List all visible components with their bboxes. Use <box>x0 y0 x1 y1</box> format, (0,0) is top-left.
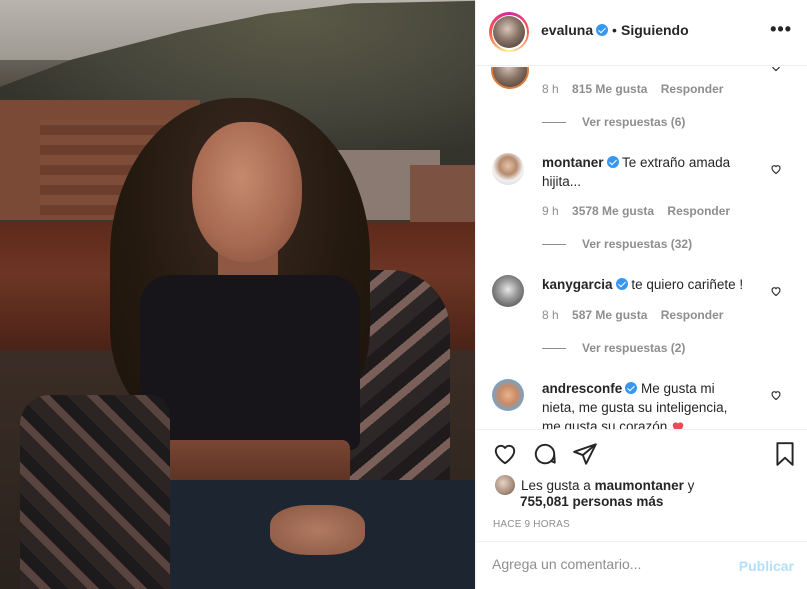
comment-body-line: me gusta su corazón <box>542 419 668 429</box>
comment-text: kanygarcia te quiero cariñete ! <box>542 275 762 294</box>
comment-time[interactable]: 8 h <box>542 308 559 322</box>
view-replies-button[interactable]: Ver respuestas (2) <box>542 341 685 355</box>
photo-midriff <box>160 440 350 485</box>
reply-button[interactable]: Responder <box>661 308 724 322</box>
photo-top <box>140 275 360 450</box>
comment-input[interactable] <box>492 556 732 572</box>
post-photo[interactable] <box>0 0 475 589</box>
comment-avatar[interactable] <box>491 67 529 89</box>
comment-meta: 9 h 3578 Me gusta Responder <box>542 204 730 218</box>
replies-divider <box>542 244 566 246</box>
photo-hands <box>270 505 365 555</box>
liker-avatar[interactable] <box>495 475 515 495</box>
share-paper-plane-icon[interactable] <box>572 441 598 467</box>
view-replies-label[interactable]: Ver respuestas (32) <box>582 237 692 251</box>
likes-prefix: Les gusta a <box>521 478 591 493</box>
like-comment-icon[interactable] <box>770 388 782 401</box>
follow-status-button[interactable]: Siguiendo <box>621 22 689 38</box>
actions-divider <box>476 429 807 430</box>
view-replies-button[interactable]: Ver respuestas (6) <box>542 115 685 129</box>
author-username[interactable]: evaluna <box>541 22 609 38</box>
comment-body-line: nieta, me gusta su inteligencia, <box>542 400 728 415</box>
comment-username[interactable]: andresconfe <box>542 381 622 396</box>
comment-avatar[interactable] <box>492 379 524 411</box>
replies-divider <box>542 348 566 350</box>
photo-jacket <box>20 395 170 589</box>
view-replies-label[interactable]: Ver respuestas (6) <box>582 115 685 129</box>
replies-divider <box>542 122 566 124</box>
post-timestamp[interactable]: HACE 9 HORAS <box>493 519 570 530</box>
post-header: evaluna • Siguiendo ••• <box>476 0 807 66</box>
comment-bubble-icon[interactable] <box>532 441 558 467</box>
comment-form: Publicar <box>476 541 807 589</box>
comment-body-line: te quiero cariñete ! <box>631 277 744 292</box>
more-options-icon[interactable]: ••• <box>770 20 792 38</box>
save-bookmark-icon[interactable] <box>772 441 798 467</box>
comment-meta: 8 h 587 Me gusta Responder <box>542 308 723 322</box>
comment-likes[interactable]: 815 Me gusta <box>572 82 647 96</box>
likes-summary: Les gusta a maumontaner y <box>495 475 694 495</box>
like-comment-icon[interactable] <box>770 67 782 72</box>
post-side-panel: evaluna • Siguiendo ••• 8 h 815 Me gusta… <box>475 0 807 589</box>
publish-button[interactable]: Publicar <box>739 558 794 574</box>
verified-icon <box>615 278 628 290</box>
header-separator: • <box>612 22 617 38</box>
comments-list[interactable]: 8 h 815 Me gusta Responder Ver respuesta… <box>476 67 807 429</box>
comment-text: montaner Te extraño amada hijita... <box>542 153 762 191</box>
photo-face <box>192 122 302 262</box>
verified-icon <box>625 382 638 394</box>
author-avatar[interactable] <box>489 12 529 52</box>
comment-time[interactable]: 8 h <box>542 82 559 96</box>
avatar-image <box>493 16 525 48</box>
likes-count-button[interactable]: 755,081 personas más <box>520 494 663 509</box>
comment-username[interactable]: montaner <box>542 155 604 170</box>
comment-avatar[interactable] <box>492 275 524 307</box>
comment-avatar[interactable] <box>492 153 524 185</box>
comment-likes[interactable]: 3578 Me gusta <box>572 204 654 218</box>
like-comment-icon[interactable] <box>770 162 782 175</box>
red-heart-icon <box>671 419 685 429</box>
reply-button[interactable]: Responder <box>667 204 730 218</box>
comment-body-line: Me gusta mi <box>641 381 715 396</box>
likes-conjunction: y <box>687 478 695 493</box>
reply-button[interactable]: Responder <box>661 82 724 96</box>
liker-username[interactable]: maumontaner <box>595 478 684 493</box>
comment-likes[interactable]: 587 Me gusta <box>572 308 647 322</box>
comment-body-line: Te extraño amada <box>622 155 731 170</box>
like-comment-icon[interactable] <box>770 284 782 297</box>
verified-icon <box>596 24 609 36</box>
author-username-text[interactable]: evaluna <box>541 22 593 38</box>
avatar-border <box>491 14 527 50</box>
comment-body-line: hijita... <box>542 174 582 189</box>
comment-text: andresconfe Me gusta mi nieta, me gusta … <box>542 379 782 429</box>
comment-username[interactable]: kanygarcia <box>542 277 613 292</box>
photo-building <box>410 165 475 225</box>
like-heart-icon[interactable] <box>492 441 518 467</box>
view-replies-button[interactable]: Ver respuestas (32) <box>542 237 692 251</box>
comment-time[interactable]: 9 h <box>542 204 559 218</box>
comment-meta: 8 h 815 Me gusta Responder <box>542 82 723 96</box>
view-replies-label[interactable]: Ver respuestas (2) <box>582 341 685 355</box>
verified-icon <box>606 156 619 168</box>
